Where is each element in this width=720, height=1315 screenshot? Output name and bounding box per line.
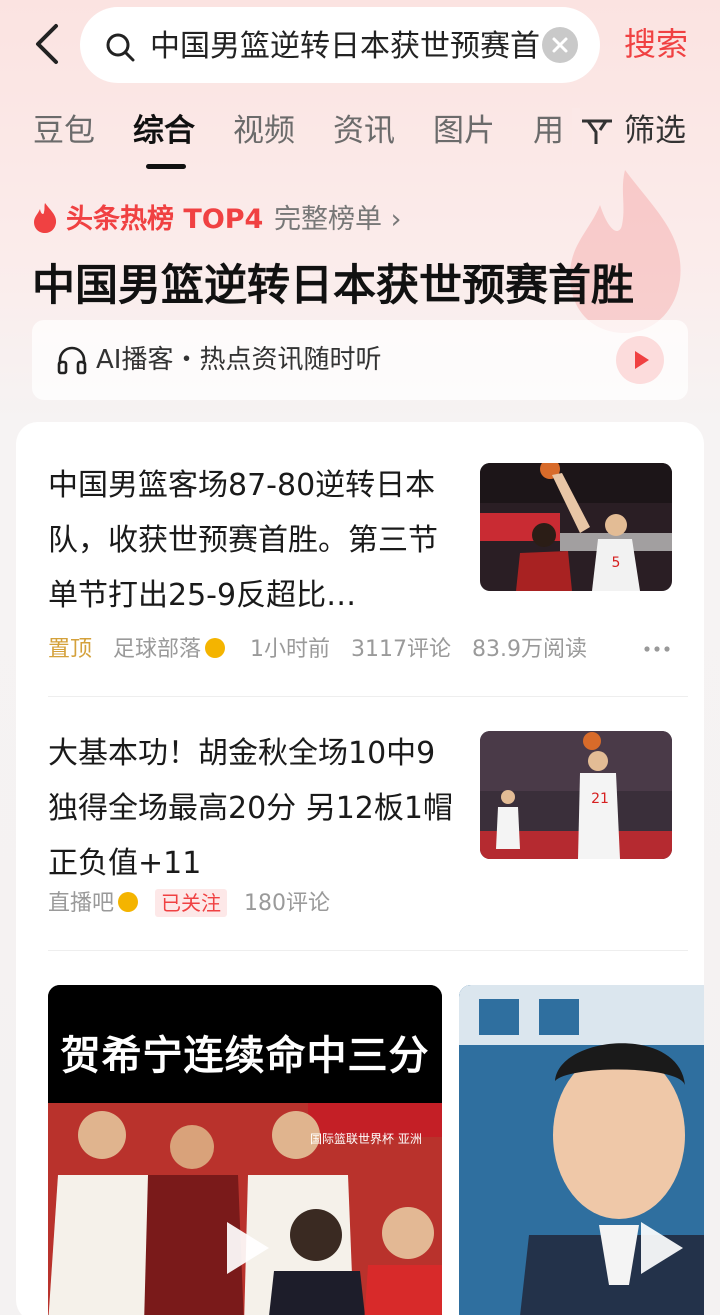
tab-all[interactable]: 综合 [133,108,195,154]
divider [48,696,688,697]
basketball-photo: 5 [480,463,672,591]
followed-badge: 已关注 [155,889,228,917]
result-thumbnail[interactable]: 21 [480,731,672,859]
svg-text:5: 5 [612,555,621,571]
tab-video[interactable]: 视频 [233,108,295,154]
svg-text:21: 21 [591,791,609,807]
result-title[interactable]: 大基本功！胡金秋全场10中9独得全场最高20分 另12板1帽正负值+11 [48,726,460,891]
search-input[interactable]: 中国男篮逆转日本获世预赛首 [150,27,602,67]
verified-icon [205,638,226,658]
result-thumbnail[interactable]: 5 [480,463,672,591]
result-meta: 置顶 足球部落 1小时前 3117评论 83.9万阅读 [48,634,587,666]
tab-doubao[interactable]: 豆包 [33,108,95,154]
filter-icon [582,119,612,144]
podcast-play-button[interactable] [616,336,664,384]
source-name[interactable]: 足球部落 [113,637,201,662]
hot-topic-title[interactable]: 中国男篮逆转日本获世预赛首胜 [32,258,634,314]
pinned-badge: 置顶 [48,637,93,662]
source-name[interactable]: 直播吧 [48,891,114,916]
read-count: 83.9万阅读 [472,637,588,662]
video-caption: 贺希宁连续命中三分 [60,1033,430,1079]
tab-images[interactable]: 图片 [433,108,495,154]
video-overlay-text: 国际篮联世界杯 亚洲 [310,1132,422,1146]
headphones-icon [57,346,87,375]
tab-news[interactable]: 资讯 [333,108,395,154]
basketball-photo: 21 [480,731,672,859]
top-bar: 中国男篮逆转日本获世预赛首 搜索 [0,0,720,90]
publish-time: 1小时前 [250,637,331,662]
filter-button[interactable]: 筛选 [572,108,686,154]
play-icon [227,1222,269,1274]
comment-count: 180评论 [244,891,331,916]
back-arrow-icon[interactable] [30,22,66,66]
more-options-icon[interactable] [644,645,670,653]
ai-podcast-bar[interactable]: AI播客・热点资讯随时听 [32,320,688,400]
search-icon [106,33,135,62]
search-box[interactable]: 中国男篮逆转日本获世预赛首 [80,7,600,83]
result-meta: 直播吧 已关注 180评论 [48,888,330,920]
flame-icon [34,203,57,233]
verified-icon [118,892,139,912]
play-icon [635,351,649,369]
active-tab-indicator [146,164,186,169]
filter-label: 筛选 [624,113,686,149]
video-card[interactable] [459,985,704,1315]
result-title[interactable]: 中国男篮客场87-80逆转日本队，收获世预赛首胜。第三节单节打出25-9反超比… [48,458,444,623]
search-button[interactable]: 搜索 [624,22,688,66]
divider [48,950,688,951]
play-icon [641,1222,683,1274]
comment-count: 3117评论 [351,637,452,662]
video-card[interactable]: 贺希宁连续命中三分 国际篮联世界杯 亚洲 [48,985,442,1315]
hot-rank-label: 头条热榜 TOP4 [66,204,264,235]
category-tabs: 豆包 综合 视频 资讯 图片 用 筛选 [0,108,720,172]
full-list-link[interactable]: 完整榜单 › [274,200,401,240]
clear-icon[interactable] [542,27,578,63]
podcast-label: AI播客・热点资讯随时听 [96,345,382,375]
tab-users[interactable]: 用 [533,108,564,154]
results-card: 中国男篮客场87-80逆转日本队，收获世预赛首胜。第三节单节打出25-9反超比…… [16,422,704,1315]
